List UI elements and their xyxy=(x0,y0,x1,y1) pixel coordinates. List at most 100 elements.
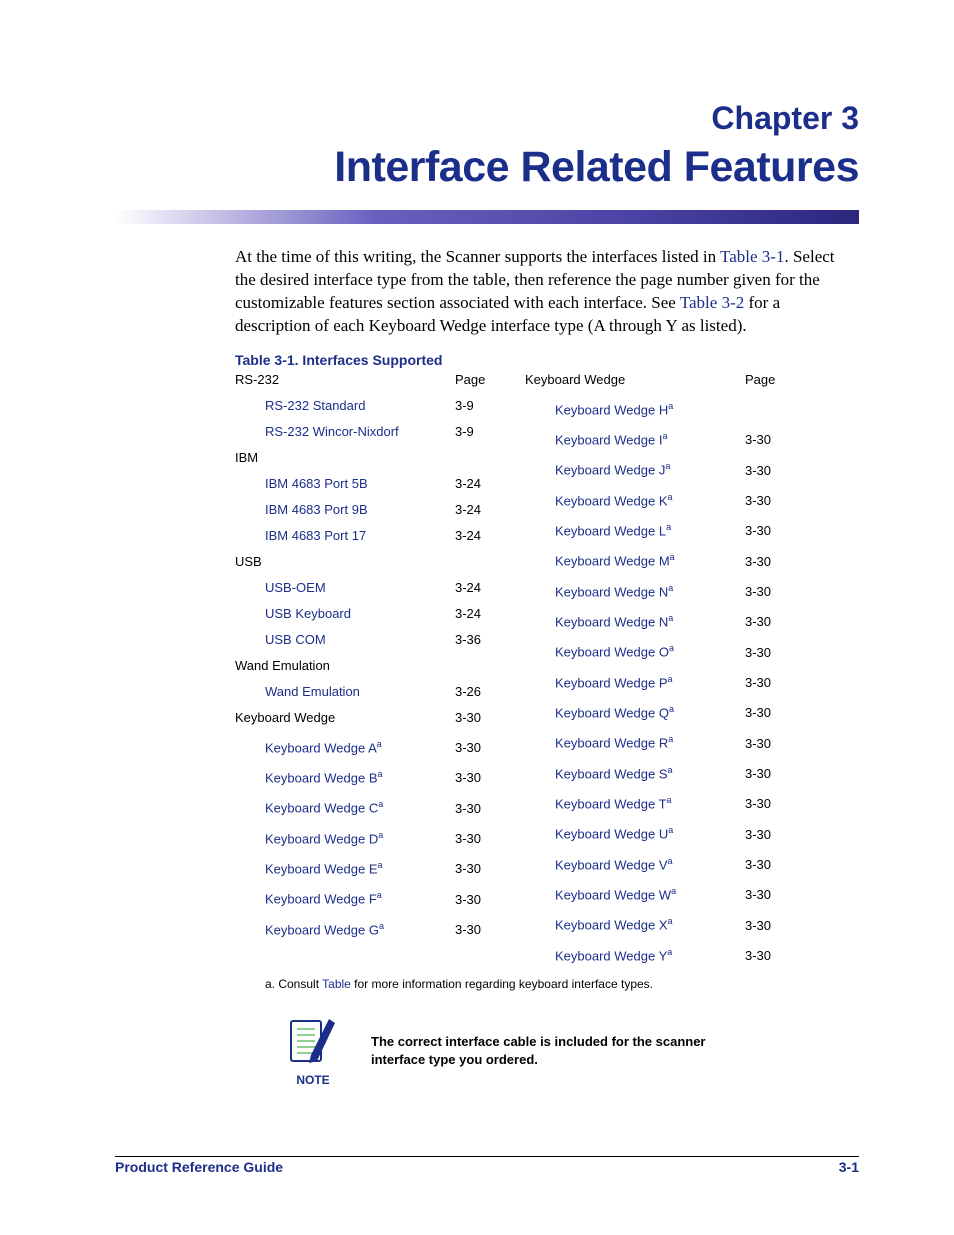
interface-link[interactable]: Wand Emulation xyxy=(235,679,360,705)
page-ref[interactable]: 3-30 xyxy=(455,765,495,791)
footnote-link[interactable]: Table xyxy=(322,977,351,991)
interface-link[interactable]: Keyboard Wedge Ia xyxy=(525,423,667,453)
page-ref[interactable]: 3-30 xyxy=(455,917,495,943)
page-ref[interactable]: 3-30 xyxy=(745,518,785,544)
page-ref[interactable]: 3-24 xyxy=(455,497,495,523)
page-ref[interactable]: 3-9 xyxy=(455,393,495,419)
page-ref[interactable]: 3-30 xyxy=(455,705,495,731)
page-ref[interactable]: 3-30 xyxy=(745,943,785,969)
page-ref[interactable]: 3-30 xyxy=(745,427,785,453)
table-row: USB xyxy=(235,549,495,575)
chapter-title: Interface Related Features xyxy=(115,143,859,192)
table-3-1-ref[interactable]: Table 3-1 xyxy=(720,247,784,266)
footnote-ref: a xyxy=(668,613,673,623)
page-ref[interactable]: 3-24 xyxy=(455,575,495,601)
interface-link[interactable]: Keyboard Wedge Ga xyxy=(235,913,384,943)
table-3-2-ref[interactable]: Table 3-2 xyxy=(680,293,744,312)
interface-link[interactable]: USB Keyboard xyxy=(235,601,351,627)
interface-link[interactable]: Keyboard Wedge Ma xyxy=(525,544,675,574)
interface-link[interactable]: Keyboard Wedge Ra xyxy=(525,726,673,756)
interface-link[interactable]: Keyboard Wedge Da xyxy=(235,822,383,852)
page-ref[interactable]: 3-30 xyxy=(455,826,495,852)
page-ref[interactable]: 3-24 xyxy=(455,471,495,497)
interface-link[interactable]: Keyboard Wedge Ea xyxy=(235,852,383,882)
page-ref[interactable]: 3-36 xyxy=(455,627,495,653)
page-ref[interactable]: 3-30 xyxy=(455,796,495,822)
table-row: IBM 4683 Port 17 3-24 xyxy=(235,523,495,549)
footnote-ref: a xyxy=(668,856,673,866)
table-row: Keyboard Wedge Pa 3-30 xyxy=(525,666,785,696)
page-ref[interactable]: 3-30 xyxy=(745,822,785,848)
interface-link[interactable]: RS-232 Wincor-Nixdorf xyxy=(235,419,399,445)
page-ref[interactable]: 3-30 xyxy=(745,852,785,878)
footnote-ref: a xyxy=(668,825,673,835)
col-head-left: Keyboard Wedge xyxy=(525,372,625,387)
page-ref[interactable]: 3-30 xyxy=(745,579,785,605)
table-row: IBM 4683 Port 9B 3-24 xyxy=(235,497,495,523)
page-ref[interactable]: 3-30 xyxy=(745,640,785,666)
interface-link[interactable]: Keyboard Wedge Ca xyxy=(235,791,383,821)
page-ref[interactable]: 3-30 xyxy=(745,913,785,939)
page-ref[interactable]: 3-24 xyxy=(455,523,495,549)
page-ref[interactable]: 3-30 xyxy=(745,609,785,635)
table-row: Keyboard Wedge Ma 3-30 xyxy=(525,544,785,574)
interface-link[interactable]: IBM 4683 Port 5B xyxy=(235,471,368,497)
interface-link[interactable]: Keyboard Wedge Na xyxy=(525,605,673,635)
table-row: Keyboard Wedge Na 3-30 xyxy=(525,605,785,635)
interface-link[interactable]: IBM 4683 Port 9B xyxy=(235,497,368,523)
page-ref[interactable]: 3-30 xyxy=(745,670,785,696)
table-row: Keyboard Wedge Ka 3-30 xyxy=(525,484,785,514)
page-ref[interactable]: 3-30 xyxy=(455,856,495,882)
interface-link[interactable]: Keyboard Wedge Ba xyxy=(235,761,383,791)
page-ref[interactable]: 3-30 xyxy=(745,731,785,757)
intro-text: At the time of this writing, the Scanner… xyxy=(235,247,720,266)
table-row: Keyboard Wedge La 3-30 xyxy=(525,514,785,544)
interface-link[interactable]: Keyboard Wedge La xyxy=(525,514,671,544)
page-ref[interactable]: 3-30 xyxy=(745,882,785,908)
page-ref[interactable]: 3-26 xyxy=(455,679,495,705)
page-ref[interactable]: 3-30 xyxy=(745,791,785,817)
page-ref[interactable]: 3-30 xyxy=(455,735,495,761)
table-row: USB-OEM 3-24 xyxy=(235,575,495,601)
interface-link[interactable]: USB COM xyxy=(235,627,326,653)
table-row: Keyboard Wedge Ra 3-30 xyxy=(525,726,785,756)
interface-link[interactable]: Keyboard Wedge Oa xyxy=(525,635,674,665)
page-ref[interactable]: 3-30 xyxy=(745,458,785,484)
header-gradient-rule xyxy=(115,210,859,224)
interface-link[interactable]: RS-232 Standard xyxy=(235,393,365,419)
page-ref[interactable]: 3-9 xyxy=(455,419,495,445)
interface-link[interactable]: Keyboard Wedge Ja xyxy=(525,453,670,483)
page-ref[interactable]: 3-30 xyxy=(745,549,785,575)
interface-link[interactable]: IBM 4683 Port 17 xyxy=(235,523,366,549)
note-text: The correct interface cable is included … xyxy=(371,1033,731,1068)
table-row: Keyboard Wedge Va 3-30 xyxy=(525,848,785,878)
interface-link[interactable]: Keyboard Wedge Ta xyxy=(525,787,672,817)
table-row: Keyboard Wedge Ea 3-30 xyxy=(235,852,495,882)
interface-link[interactable]: Keyboard Wedge Aa xyxy=(235,731,382,761)
interface-link[interactable]: Keyboard Wedge Ya xyxy=(525,939,672,969)
page-ref[interactable]: 3-30 xyxy=(745,761,785,787)
interface-link[interactable]: Keyboard Wedge Va xyxy=(525,848,673,878)
page-ref[interactable]: 3-30 xyxy=(455,887,495,913)
interface-link[interactable]: Keyboard Wedge Ka xyxy=(525,484,673,514)
interface-link[interactable]: Keyboard Wedge Na xyxy=(525,575,673,605)
footnote-ref: a xyxy=(669,643,674,653)
interface-link[interactable]: Keyboard Wedge Pa xyxy=(525,666,673,696)
note-callout: NOTE The correct interface cable is incl… xyxy=(285,1015,859,1087)
page-ref[interactable]: 3-30 xyxy=(745,700,785,726)
interface-link[interactable]: Keyboard Wedge Wa xyxy=(525,878,676,908)
interface-link[interactable]: Keyboard Wedge Xa xyxy=(525,908,673,938)
interface-link[interactable]: USB-OEM xyxy=(235,575,326,601)
interface-link[interactable]: Keyboard Wedge Sa xyxy=(525,757,673,787)
page-ref[interactable]: 3-24 xyxy=(455,601,495,627)
table-row: Keyboard Wedge Ya 3-30 xyxy=(525,939,785,969)
interface-link[interactable]: Keyboard Wedge Qa xyxy=(525,696,674,726)
page-ref[interactable]: 3-30 xyxy=(745,488,785,514)
interface-link[interactable]: Keyboard Wedge Ua xyxy=(525,817,673,847)
interface-link[interactable]: Keyboard Wedge Fa xyxy=(235,882,382,912)
table-row: Keyboard Wedge Aa 3-30 xyxy=(235,731,495,761)
interface-link[interactable]: Keyboard Wedge Ha xyxy=(525,393,673,423)
intro-paragraph: At the time of this writing, the Scanner… xyxy=(235,246,859,338)
table-row: Keyboard Wedge Ha xyxy=(525,393,785,423)
notepad-pencil-icon xyxy=(285,1015,341,1071)
